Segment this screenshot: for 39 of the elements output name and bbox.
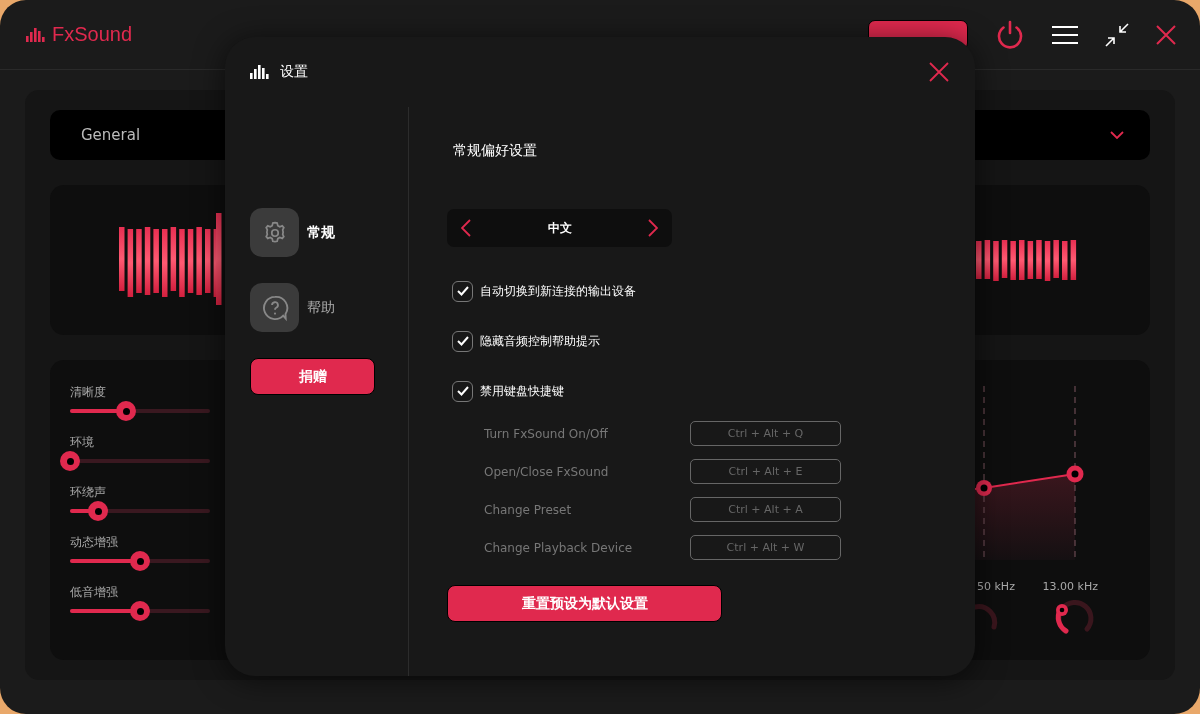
reset-button[interactable]: 重置预设为默认设置 [447,585,722,622]
frequency-label: 50 kHz [977,580,1016,593]
checkbox[interactable] [452,280,473,302]
logo-icon [26,27,46,42]
minimize-icon[interactable] [1104,21,1130,48]
menu-icon[interactable] [1052,24,1078,45]
donate-button[interactable]: 捐赠 [250,358,375,395]
chevron-down-icon [1110,131,1124,139]
knob[interactable] [1055,600,1094,634]
check-icon [456,336,469,346]
frequency-label: 13.00 kHz [1042,580,1098,593]
shortcut-label: Change Playback Device [484,540,634,555]
shortcut-label: Turn FxSound On/Off [484,426,609,441]
shortcut-label: Open/Close FxSound [484,464,610,479]
chevron-left-icon[interactable] [461,219,471,237]
checkbox-label: 隐藏音频控制帮助提示 [480,332,600,350]
slider-label: 动态增强 [70,534,119,550]
help-icon [260,293,289,322]
slider-label: 低音增强 [70,584,119,600]
section-title: 常规偏好设置 [453,141,538,159]
checkbox[interactable] [452,380,473,402]
chevron-right-icon[interactable] [648,219,658,237]
close-icon[interactable] [1156,24,1176,45]
checkbox-label: 禁用键盘快捷键 [480,382,564,400]
slider-label: 清晰度 [70,384,107,400]
checkbox-label: 自动切换到新连接的输出设备 [480,282,636,300]
app-logo: FxSound [52,23,133,46]
check-icon [456,386,469,396]
nav-item[interactable]: 常规 [250,208,408,257]
dialog-title: 设置 [280,63,308,81]
slider-label: 环绕声 [70,484,107,500]
close-icon[interactable] [929,62,949,82]
slider-label: 环境 [70,434,95,450]
language-selector[interactable]: 中文 [447,209,672,247]
nav-item[interactable]: 帮助 [250,283,408,332]
check-icon [456,286,469,296]
checkbox[interactable] [452,330,473,352]
settings-logo-icon [250,65,270,79]
shortcut-label: Change Preset [484,502,573,517]
